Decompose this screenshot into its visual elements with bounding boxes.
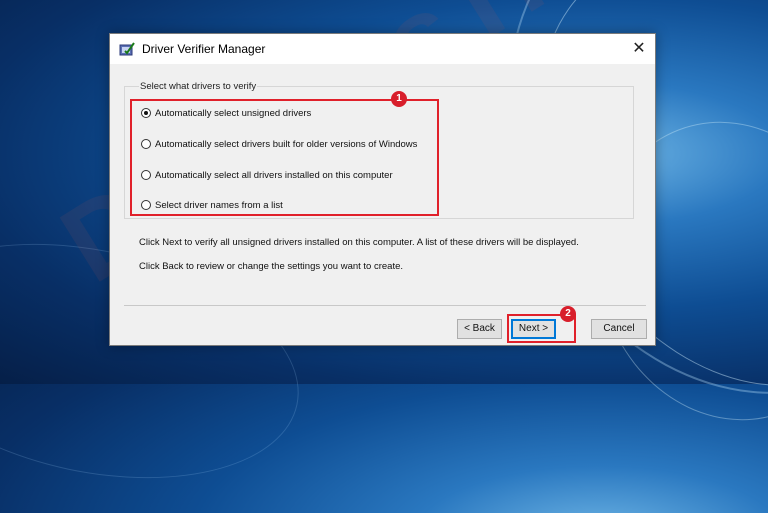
title-bar: Driver Verifier Manager ✕	[110, 34, 655, 64]
window-title: Driver Verifier Manager	[142, 42, 266, 56]
info-text-next: Click Next to verify all unsigned driver…	[139, 237, 579, 248]
close-icon[interactable]: ✕	[623, 34, 655, 64]
driver-verifier-icon	[119, 42, 135, 56]
back-button[interactable]: < Back	[457, 319, 502, 339]
cancel-button[interactable]: Cancel	[591, 319, 647, 339]
info-text-back: Click Back to review or change the setti…	[139, 261, 404, 272]
step-badge-1: 1	[391, 91, 407, 107]
step-badge-2: 2	[560, 306, 576, 322]
group-label: Select what drivers to verify	[139, 81, 258, 92]
highlight-box-options	[130, 99, 439, 216]
driver-verifier-dialog: Driver Verifier Manager ✕ Select what dr…	[109, 33, 656, 346]
